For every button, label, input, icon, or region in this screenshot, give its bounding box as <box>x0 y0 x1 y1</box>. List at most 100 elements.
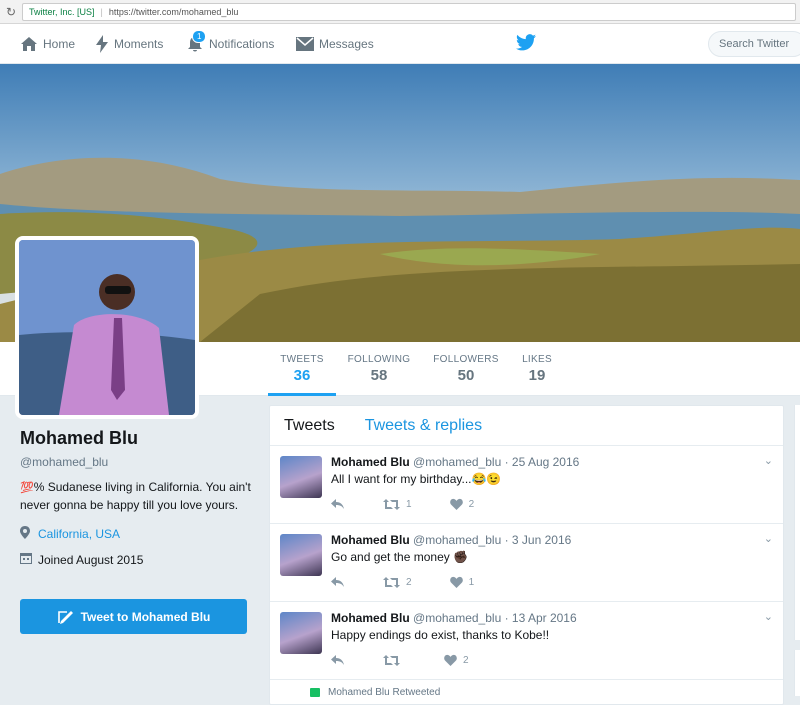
tweet-avatar[interactable] <box>280 456 322 498</box>
tweet-item[interactable]: Mohamed Blu @mohamed_blu · 13 Apr 2016 H… <box>270 602 783 680</box>
stat-following-value: 58 <box>370 367 388 384</box>
tab-tweets-replies[interactable]: Tweets & replies <box>365 417 482 435</box>
nav-moments[interactable]: Moments <box>95 24 163 64</box>
stat-likes-value: 19 <box>528 367 546 384</box>
nav-notifications[interactable]: 1 Notifications <box>186 24 274 64</box>
reply-icon <box>331 576 344 587</box>
reply-button[interactable] <box>331 498 345 510</box>
tweet-item[interactable]: Mohamed Blu @mohamed_blu · 3 Jun 2016 Go… <box>270 524 783 602</box>
like-button[interactable]: 2 <box>444 654 469 666</box>
reply-button[interactable] <box>331 654 345 666</box>
chevron-down-icon[interactable]: ⌄ <box>764 454 773 467</box>
home-icon <box>21 37 37 51</box>
location-pin-icon <box>20 526 38 542</box>
nav-home[interactable]: Home <box>20 24 75 64</box>
retweet-button[interactable]: 2 <box>383 576 412 588</box>
heart-icon <box>449 576 463 588</box>
tweet-avatar[interactable] <box>280 534 322 576</box>
profile-avatar[interactable] <box>15 236 199 419</box>
tweet-text: All I want for my birthday...😂😉 <box>331 472 502 486</box>
like-button[interactable]: 2 <box>449 498 474 510</box>
profile-card: Mohamed Blu @mohamed_blu 💯% Sudanese liv… <box>20 428 260 567</box>
profile-name[interactable]: Mohamed Blu <box>20 428 260 449</box>
heart-icon <box>444 654 457 666</box>
profile-joined: Joined August 2015 <box>20 552 260 567</box>
retweet-count: 1 <box>406 498 412 510</box>
stat-following[interactable]: FOLLOWING 58 <box>346 342 412 396</box>
tweet-header: Mohamed Blu @mohamed_blu · 13 Apr 2016 <box>331 611 577 625</box>
nav-home-label: Home <box>43 37 76 51</box>
tweet-author-handle[interactable]: @mohamed_blu <box>413 533 501 547</box>
right-sidebar-edge <box>794 650 800 696</box>
joined-text: Joined August 2015 <box>38 552 144 567</box>
chevron-down-icon[interactable]: ⌄ <box>764 532 773 545</box>
tweet-item[interactable]: Mohamed Blu @mohamed_blu · 25 Aug 2016 A… <box>270 446 783 524</box>
compose-icon <box>57 610 73 624</box>
tweet-to-label: Tweet to Mohamed Blu <box>80 609 211 624</box>
retweet-button[interactable]: 1 <box>383 498 412 510</box>
stat-followers-label: FOLLOWERS <box>433 354 499 365</box>
retweeted-text[interactable]: Mohamed Blu Retweeted <box>328 687 440 698</box>
lightning-icon <box>96 35 108 53</box>
reply-button[interactable] <box>331 576 345 588</box>
reply-icon <box>331 654 344 665</box>
tweet-actions: 2 1 <box>331 576 512 588</box>
tweet-author-name[interactable]: Mohamed Blu <box>331 455 410 469</box>
nav-notifications-label: Notifications <box>209 37 275 51</box>
nav-moments-label: Moments <box>114 37 164 51</box>
profile-bio-text: % Sudanese living in California. You ain… <box>20 480 251 512</box>
tweet-date[interactable]: · 13 Apr 2016 <box>505 611 577 625</box>
nav-messages-label: Messages <box>319 37 374 51</box>
top-navigation: Home Moments 1 Notifications Messages Se… <box>0 24 800 64</box>
like-count: 1 <box>468 576 475 588</box>
tweet-header: Mohamed Blu @mohamed_blu · 3 Jun 2016 <box>331 533 571 547</box>
reply-icon <box>331 498 344 509</box>
stat-likes-label: LIKES <box>522 354 552 365</box>
like-button[interactable]: 1 <box>449 576 475 588</box>
tweet-actions: 2 <box>331 654 507 666</box>
envelope-icon <box>296 37 314 51</box>
like-count: 2 <box>463 654 469 666</box>
reload-icon[interactable]: ↻ <box>0 5 22 19</box>
retweet-icon <box>383 498 400 510</box>
tweet-author-name[interactable]: Mohamed Blu <box>331 611 410 625</box>
nav-messages[interactable]: Messages <box>296 24 374 64</box>
retweeted-note: Mohamed Blu Retweeted <box>310 687 440 698</box>
profile-handle[interactable]: @mohamed_blu <box>20 455 260 469</box>
tweet-author-name[interactable]: Mohamed Blu <box>331 533 410 547</box>
stat-followers-value: 50 <box>457 367 475 384</box>
timeline-tabs: Tweets Tweets & replies <box>270 406 783 446</box>
retweet-icon <box>383 576 400 588</box>
stat-followers[interactable]: FOLLOWERS 50 <box>432 342 500 396</box>
profile-location: California, USA <box>20 526 260 542</box>
stat-tweets[interactable]: TWEETS 36 <box>268 342 336 396</box>
tweet-author-handle[interactable]: @mohamed_blu <box>413 611 501 625</box>
hundred-emoji: 💯 <box>20 482 34 494</box>
tweet-date[interactable]: · 3 Jun 2016 <box>505 533 572 547</box>
url-text: https://twitter.com/mohamed_blu <box>108 6 239 17</box>
tweet-avatar[interactable] <box>280 612 322 654</box>
stat-likes[interactable]: LIKES 19 <box>520 342 554 396</box>
timeline: Tweets Tweets & replies Mohamed Blu @moh… <box>269 405 784 705</box>
location-link[interactable]: California, USA <box>38 527 120 541</box>
secure-label: Twitter, Inc. [US] <box>29 6 95 17</box>
tweet-date[interactable]: · 25 Aug 2016 <box>505 455 580 469</box>
heart-icon <box>449 498 463 510</box>
profile-bio: 💯% Sudanese living in California. You ai… <box>20 479 260 514</box>
calendar-icon <box>20 552 38 567</box>
address-bar[interactable]: Twitter, Inc. [US] | https://twitter.com… <box>22 2 796 21</box>
tweet-header: Mohamed Blu @mohamed_blu · 25 Aug 2016 <box>331 455 579 469</box>
tweet-to-button[interactable]: Tweet to Mohamed Blu <box>20 599 247 634</box>
tweet-text: Happy endings do exist, thanks to Kobe!! <box>331 628 550 642</box>
chevron-down-icon[interactable]: ⌄ <box>764 610 773 623</box>
right-sidebar-edge <box>794 405 800 640</box>
search-input[interactable]: Search Twitter <box>708 31 800 57</box>
browser-toolbar: ↻ Twitter, Inc. [US] | https://twitter.c… <box>0 0 800 24</box>
tweet-author-handle[interactable]: @mohamed_blu <box>413 455 501 469</box>
tab-tweets[interactable]: Tweets <box>284 417 335 435</box>
retweet-button[interactable] <box>383 654 406 666</box>
tweet-text: Go and get the money ✊🏿 <box>331 550 469 564</box>
stat-tweets-label: TWEETS <box>280 354 324 365</box>
twitter-bird-icon[interactable] <box>516 34 536 51</box>
avatar-photo <box>19 240 195 415</box>
